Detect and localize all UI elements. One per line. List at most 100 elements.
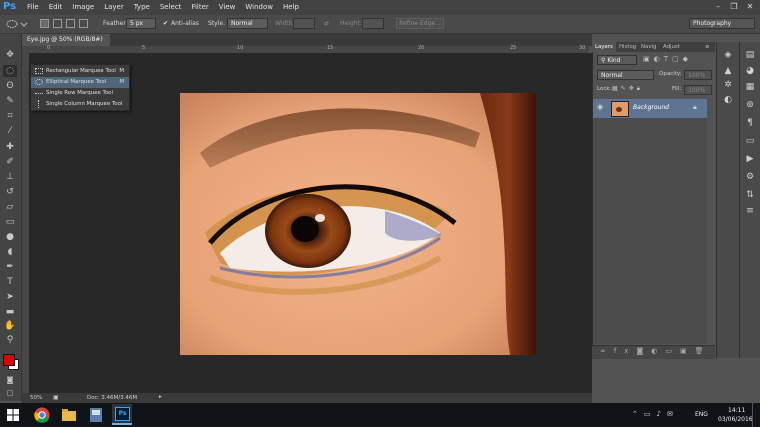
- windows-start-icon[interactable]: [7, 409, 25, 427]
- close-window-button[interactable]: ✕: [742, 0, 758, 13]
- status-menu-icon[interactable]: ▣: [53, 394, 59, 401]
- height-input[interactable]: [362, 18, 384, 29]
- quick-select-tool-icon[interactable]: ✎: [3, 95, 17, 107]
- brush-tool-icon[interactable]: ✐: [3, 156, 17, 168]
- hand-tool-icon[interactable]: ✋: [3, 320, 17, 332]
- eye-photo[interactable]: [180, 93, 536, 355]
- menu-filter[interactable]: Filter: [186, 0, 213, 15]
- tab-navigator[interactable]: Navig: [641, 42, 656, 52]
- panel-menu-icon[interactable]: ≡: [705, 42, 710, 52]
- tab-adjustments[interactable]: Adjust: [663, 42, 680, 52]
- elliptical-marquee-tool-icon[interactable]: ◌: [3, 65, 17, 77]
- brush-presets-icon[interactable]: ⊛: [744, 100, 756, 110]
- menu-window[interactable]: Window: [240, 0, 278, 15]
- menu-edit[interactable]: Edit: [44, 0, 68, 15]
- fill-input[interactable]: 100%: [684, 85, 712, 95]
- file-explorer-icon[interactable]: [60, 406, 78, 424]
- info-icon[interactable]: ▭: [744, 136, 756, 146]
- tab-histogram[interactable]: Histog: [619, 42, 636, 52]
- workspace-select[interactable]: Photography: [689, 18, 755, 29]
- tray-icons[interactable]: ⌃▭♪✉: [632, 410, 679, 418]
- show-desktop-button[interactable]: [752, 403, 753, 427]
- lock-icons[interactable]: ▦✎✥🔒︎: [612, 85, 643, 93]
- blur-tool-icon[interactable]: ●: [3, 231, 17, 243]
- photoshop-taskbar-button[interactable]: Ps: [112, 404, 132, 425]
- status-arrow-icon[interactable]: ▸: [159, 394, 162, 400]
- intersect-selection-icon[interactable]: [79, 19, 88, 28]
- shape-tool-icon[interactable]: ▬: [3, 306, 17, 318]
- new-selection-icon[interactable]: [40, 19, 49, 28]
- refine-edge-button[interactable]: Refine Edge...: [396, 18, 444, 29]
- layer-row-background[interactable]: ◉ Background 🔒︎: [593, 99, 707, 118]
- menu-type[interactable]: Type: [129, 0, 155, 15]
- add-to-selection-icon[interactable]: [53, 19, 62, 28]
- lasso-tool-icon[interactable]: ʘ: [3, 80, 17, 92]
- restore-button[interactable]: ❐: [726, 0, 742, 13]
- layer-filter-icons[interactable]: ▣◐T▢◆: [643, 55, 692, 63]
- blend-mode-select[interactable]: Normal: [597, 70, 654, 80]
- menu-image[interactable]: Image: [67, 0, 99, 15]
- tool-preset-picker[interactable]: [6, 19, 28, 29]
- crop-tool-icon[interactable]: ⌗: [3, 110, 17, 122]
- gradient-tool-icon[interactable]: ▭: [3, 216, 17, 228]
- zoom-level[interactable]: 50%: [30, 395, 42, 401]
- pen-tool-icon[interactable]: ✒: [3, 261, 17, 273]
- layer-comps-icon[interactable]: ⇅: [744, 190, 756, 200]
- menu-file[interactable]: File: [22, 0, 44, 15]
- actions-icon[interactable]: ▶: [744, 154, 756, 164]
- subtract-from-selection-icon[interactable]: [66, 19, 75, 28]
- menu-layer[interactable]: Layer: [99, 0, 129, 15]
- layer-lock-icon: 🔒︎: [693, 103, 697, 111]
- layer-action-icons[interactable]: ∞fx◙◐▭▣🗑︎: [600, 347, 711, 355]
- adjustments-panel-icon[interactable]: ◐: [722, 95, 734, 105]
- tab-layers[interactable]: Layers: [592, 42, 616, 52]
- visibility-eye-icon[interactable]: ◉: [597, 103, 603, 111]
- chrome-icon[interactable]: [33, 406, 51, 424]
- swatches-icon[interactable]: ▦: [744, 82, 756, 92]
- dodge-tool-icon[interactable]: ◖: [3, 246, 17, 258]
- style-select[interactable]: Normal: [227, 18, 268, 29]
- quick-mask-icon[interactable]: ◙: [3, 374, 17, 386]
- language-indicator[interactable]: ENG: [695, 411, 708, 418]
- move-tool-icon[interactable]: ✥: [3, 49, 17, 61]
- rectangular-marquee-menu-item[interactable]: Rectangular Marquee Tool M: [31, 66, 129, 77]
- healing-brush-tool-icon[interactable]: ✚: [3, 141, 17, 153]
- opacity-input[interactable]: 100%: [684, 70, 712, 80]
- rect-marquee-icon: [35, 68, 43, 74]
- document-tab[interactable]: Eye.jpg @ 50% (RGB/8#) ×: [22, 34, 110, 55]
- layer-filter-kind[interactable]: ⚲ Kind: [597, 55, 637, 65]
- single-column-marquee-menu-item[interactable]: Single Column Marquee Tool: [31, 99, 129, 110]
- path-selection-tool-icon[interactable]: ➤: [3, 291, 17, 303]
- color-icon[interactable]: ◕: [744, 66, 756, 76]
- clock-date[interactable]: 03/06/2016: [718, 416, 753, 423]
- foreground-color-swatch[interactable]: [3, 354, 15, 366]
- history-icon[interactable]: ▤: [744, 50, 756, 60]
- zoom-tool-icon[interactable]: ⚲: [3, 334, 17, 346]
- channels-icon[interactable]: ≡: [744, 206, 756, 216]
- eyedropper-tool-icon[interactable]: ⁄: [3, 125, 17, 137]
- clock-time[interactable]: 14:11: [728, 407, 745, 414]
- elliptical-marquee-menu-item[interactable]: Elliptical Marquee Tool M: [31, 77, 129, 88]
- minimize-button[interactable]: –: [710, 0, 726, 13]
- navigator-panel-icon[interactable]: ✲: [722, 80, 734, 90]
- menu-help[interactable]: Help: [278, 0, 304, 15]
- swap-icon[interactable]: ⇄: [324, 18, 329, 29]
- screen-mode-icon[interactable]: ▢: [3, 387, 17, 399]
- type-tool-icon[interactable]: T: [3, 276, 17, 288]
- marquee-tool-flyout: Rectangular Marquee Tool M Elliptical Ma…: [30, 64, 130, 111]
- histogram-panel-icon[interactable]: ▲: [722, 66, 734, 76]
- history-brush-tool-icon[interactable]: ↺: [3, 186, 17, 198]
- eraser-tool-icon[interactable]: ▱: [3, 201, 17, 213]
- clone-stamp-tool-icon[interactable]: ⊥: [3, 171, 17, 183]
- feather-input[interactable]: 5 px: [126, 18, 156, 29]
- layers-panel-icon[interactable]: ◈: [722, 50, 734, 60]
- single-row-marquee-menu-item[interactable]: Single Row Marquee Tool: [31, 88, 129, 99]
- width-label: Width:: [275, 20, 295, 27]
- app-icon[interactable]: [87, 406, 105, 424]
- antialias-checkbox[interactable]: ✔: [163, 18, 168, 29]
- tool-presets-icon[interactable]: ⚙: [744, 172, 756, 182]
- menu-view[interactable]: View: [214, 0, 241, 15]
- width-input[interactable]: [293, 18, 315, 29]
- paragraph-icon[interactable]: ¶: [744, 118, 756, 128]
- menu-select[interactable]: Select: [155, 0, 187, 15]
